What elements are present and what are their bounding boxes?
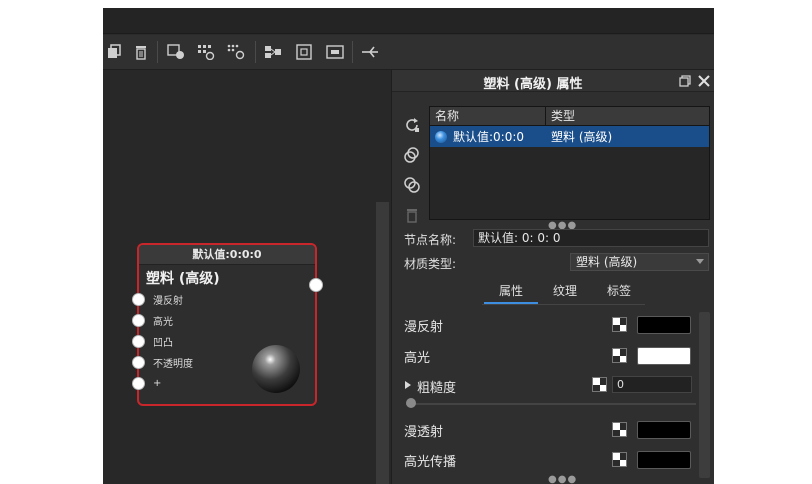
restore-icon[interactable] <box>677 73 693 89</box>
node-name-field[interactable]: 默认值: 0: 0: 0 <box>473 229 709 247</box>
diffuse-color-swatch[interactable] <box>637 316 691 334</box>
roughness-label: 粗糙度 <box>417 381 457 396</box>
panel-title: 塑料 (高级) 属性 <box>483 77 583 92</box>
roughness-input[interactable]: 0 <box>612 376 692 393</box>
input-port-row[interactable]: 不透明度 <box>132 355 193 370</box>
specular-color-swatch[interactable] <box>637 347 691 365</box>
title-strip <box>103 8 714 34</box>
chevron-down-icon <box>696 259 704 264</box>
material-type-cell: 塑料 (高级) <box>551 130 613 144</box>
copy-icon[interactable] <box>103 42 125 62</box>
dotted-nodes-icon[interactable] <box>225 42 247 62</box>
input-port[interactable] <box>132 292 145 306</box>
texture-slot-icon[interactable] <box>612 452 627 467</box>
duplicate-material-icon[interactable] <box>402 175 422 195</box>
toolbar-separator <box>157 41 158 63</box>
fit-view-icon[interactable] <box>293 42 315 62</box>
toolbar-separator <box>352 41 353 63</box>
material-node[interactable]: 默认值:0:0:0 塑料 (高级) 漫反射 高光 凹凸 不透明度 + <box>132 243 323 406</box>
input-port[interactable] <box>132 355 145 369</box>
input-port-label: 不透明度 <box>153 358 193 370</box>
spec-transmission-color-swatch[interactable] <box>637 451 691 469</box>
close-icon[interactable] <box>696 73 712 89</box>
refresh-material-icon[interactable] <box>402 115 422 135</box>
link-material-icon[interactable] <box>402 145 422 165</box>
column-header-type[interactable]: 类型 <box>546 107 575 125</box>
input-port-label: 凹凸 <box>153 337 173 349</box>
translucency-label: 漫透射 <box>404 425 444 440</box>
texture-slot-icon[interactable] <box>592 377 607 392</box>
roughness-slider-handle[interactable] <box>406 398 416 408</box>
add-input-label: + <box>153 377 162 389</box>
input-port-label: 高光 <box>153 316 173 328</box>
input-port-row[interactable]: + <box>132 376 161 390</box>
splitter-grip[interactable]: ●●● <box>548 474 577 484</box>
delete-material-icon[interactable] <box>402 205 422 225</box>
input-port-row[interactable]: 漫反射 <box>132 292 183 307</box>
roughness-slider-track[interactable] <box>406 403 696 405</box>
node-name-label: 节点名称: <box>404 233 457 247</box>
texture-slot-icon[interactable] <box>612 422 627 437</box>
input-port-row[interactable]: 凹凸 <box>132 334 173 349</box>
material-name: 默认值:0:0:0 <box>453 130 525 144</box>
add-input-port[interactable] <box>132 376 145 390</box>
input-port-label: 漫反射 <box>153 295 183 307</box>
texture-slot-icon[interactable] <box>612 348 627 363</box>
connect-icon[interactable] <box>359 42 381 62</box>
material-name-cell: 默认值:0:0:0 <box>430 128 547 145</box>
layout-tree-icon[interactable] <box>262 42 284 62</box>
trash-icon[interactable] <box>130 42 152 62</box>
material-preview-icon[interactable] <box>165 42 187 62</box>
material-type-label: 材质类型: <box>404 257 457 271</box>
specular-label: 高光 <box>404 351 431 366</box>
material-list-row[interactable]: 默认值:0:0:0 塑料 (高级) <box>430 126 709 147</box>
column-header-name[interactable]: 名称 <box>430 107 546 125</box>
material-list-header: 名称 类型 <box>430 107 709 126</box>
input-port[interactable] <box>132 334 145 348</box>
tab-textures[interactable]: 纹理 <box>538 280 592 304</box>
input-port[interactable] <box>132 313 145 327</box>
material-type-value: 塑料 (高级) <box>576 255 638 269</box>
zoom-100-icon[interactable] <box>324 42 346 62</box>
material-ball-icon <box>435 130 447 143</box>
app-window: 默认值:0:0:0 塑料 (高级) 漫反射 高光 凹凸 不透明度 + 塑料 (高… <box>103 8 714 484</box>
tabs-divider <box>482 304 645 305</box>
output-port[interactable] <box>309 278 323 292</box>
material-preview-sphere <box>252 345 300 393</box>
toolbar-separator <box>255 41 256 63</box>
properties-scrollbar[interactable] <box>699 312 710 478</box>
panel-title-bar: 塑料 (高级) 属性 <box>392 70 714 92</box>
node-graph-canvas[interactable]: 默认值:0:0:0 塑料 (高级) 漫反射 高光 凹凸 不透明度 + <box>103 70 391 484</box>
texture-slot-icon[interactable] <box>612 317 627 332</box>
tab-labels[interactable]: 标签 <box>592 280 646 304</box>
toolbar-bar <box>103 35 714 70</box>
toolbar <box>103 8 714 70</box>
spec-transmission-label: 高光传播 <box>404 455 457 470</box>
material-list: 名称 类型 默认值:0:0:0 塑料 (高级) <box>429 106 710 220</box>
node-type-label: 塑料 (高级) <box>146 271 220 287</box>
input-port-row[interactable]: 高光 <box>132 313 173 328</box>
canvas-scrollbar[interactable] <box>376 202 389 484</box>
translucency-color-swatch[interactable] <box>637 421 691 439</box>
node-header: 默认值:0:0:0 <box>139 245 315 265</box>
diffuse-label: 漫反射 <box>404 320 444 335</box>
expand-triangle-icon[interactable] <box>405 381 411 389</box>
grid-nodes-icon[interactable] <box>195 42 217 62</box>
properties-panel: 塑料 (高级) 属性 名称 类型 默认值:0:0:0 塑料 (高级) ●●● 节… <box>391 70 714 484</box>
material-type-dropdown[interactable]: 塑料 (高级) <box>570 253 709 271</box>
tab-properties[interactable]: 属性 <box>484 280 538 304</box>
